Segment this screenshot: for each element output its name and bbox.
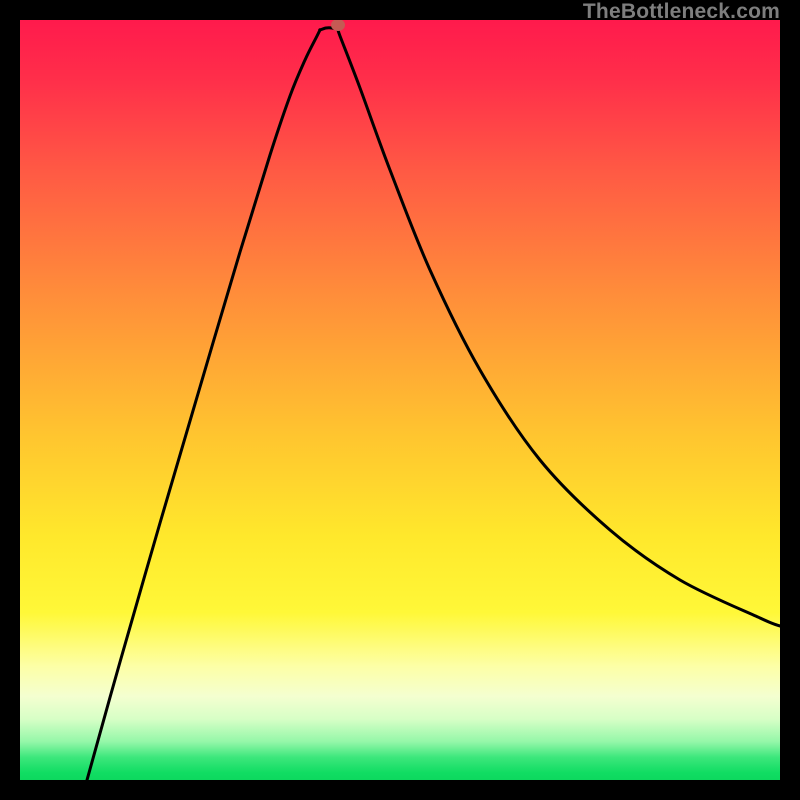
attribution-label: TheBottleneck.com (583, 0, 780, 24)
outer-frame: TheBottleneck.com (0, 0, 800, 800)
bottleneck-curve (87, 28, 780, 780)
plot-area (20, 20, 780, 780)
curve-svg (20, 20, 780, 780)
